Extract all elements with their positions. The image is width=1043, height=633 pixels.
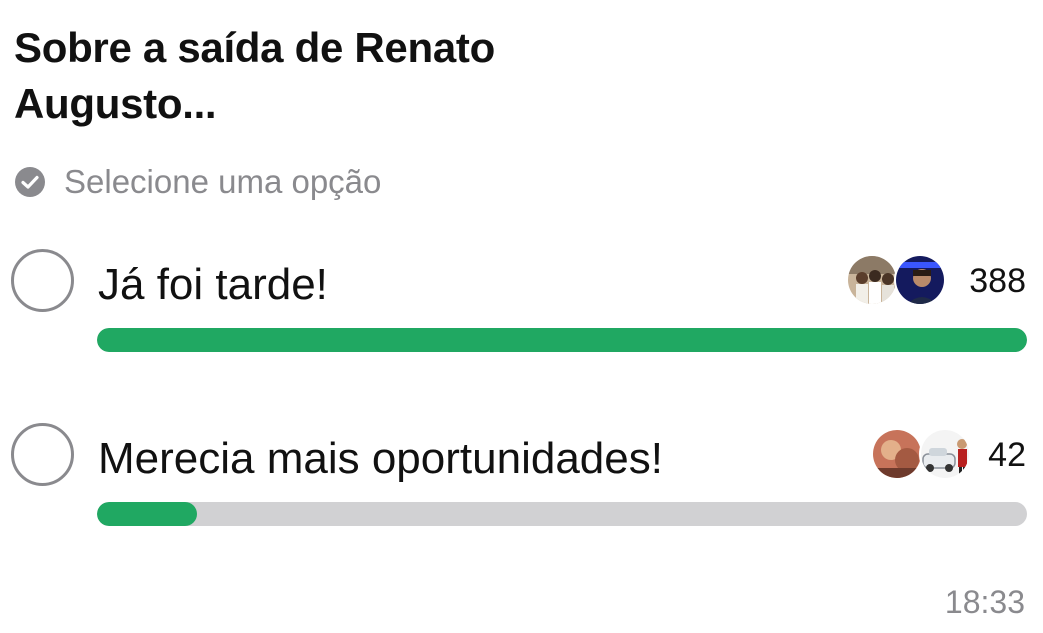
voter-avatar [919,428,971,480]
vote-bar-fill [97,502,198,526]
poll-instructions: Selecione uma opção [14,162,381,202]
option-radio[interactable] [11,423,74,486]
poll-title: Sobre a saída de Renato Augusto... [14,24,495,127]
option-label: Merecia mais oportunidades! [98,434,663,483]
check-circle-icon [15,167,45,197]
car-photo-icon [921,430,969,478]
vote-count: 388 [969,262,1026,300]
option-radio[interactable] [11,249,74,312]
poll-subtitle: Selecione uma opção [64,163,382,200]
warm-photo-icon [873,430,921,478]
poll-message: Sobre a saída de Renato Augusto... Selec… [0,0,1043,633]
vote-count: 42 [988,436,1026,474]
voter-avatars[interactable] [846,254,948,306]
voter-avatar [846,254,898,306]
group-photo-icon [848,256,896,304]
poll-option[interactable]: Merecia mais oportunidades! 42 [0,419,1043,529]
message-timestamp: 18:33 [944,584,1025,620]
voter-avatar [894,254,946,306]
poll-option[interactable]: Já foi tarde! 388 [0,245,1043,355]
option-label: Já foi tarde! [98,260,328,309]
vote-bar [97,328,1027,352]
vote-bar-fill [97,328,1027,352]
person-blue-light-icon [896,256,944,304]
voter-avatars[interactable] [871,428,973,480]
vote-bar [97,502,1027,526]
voter-avatar [871,428,923,480]
